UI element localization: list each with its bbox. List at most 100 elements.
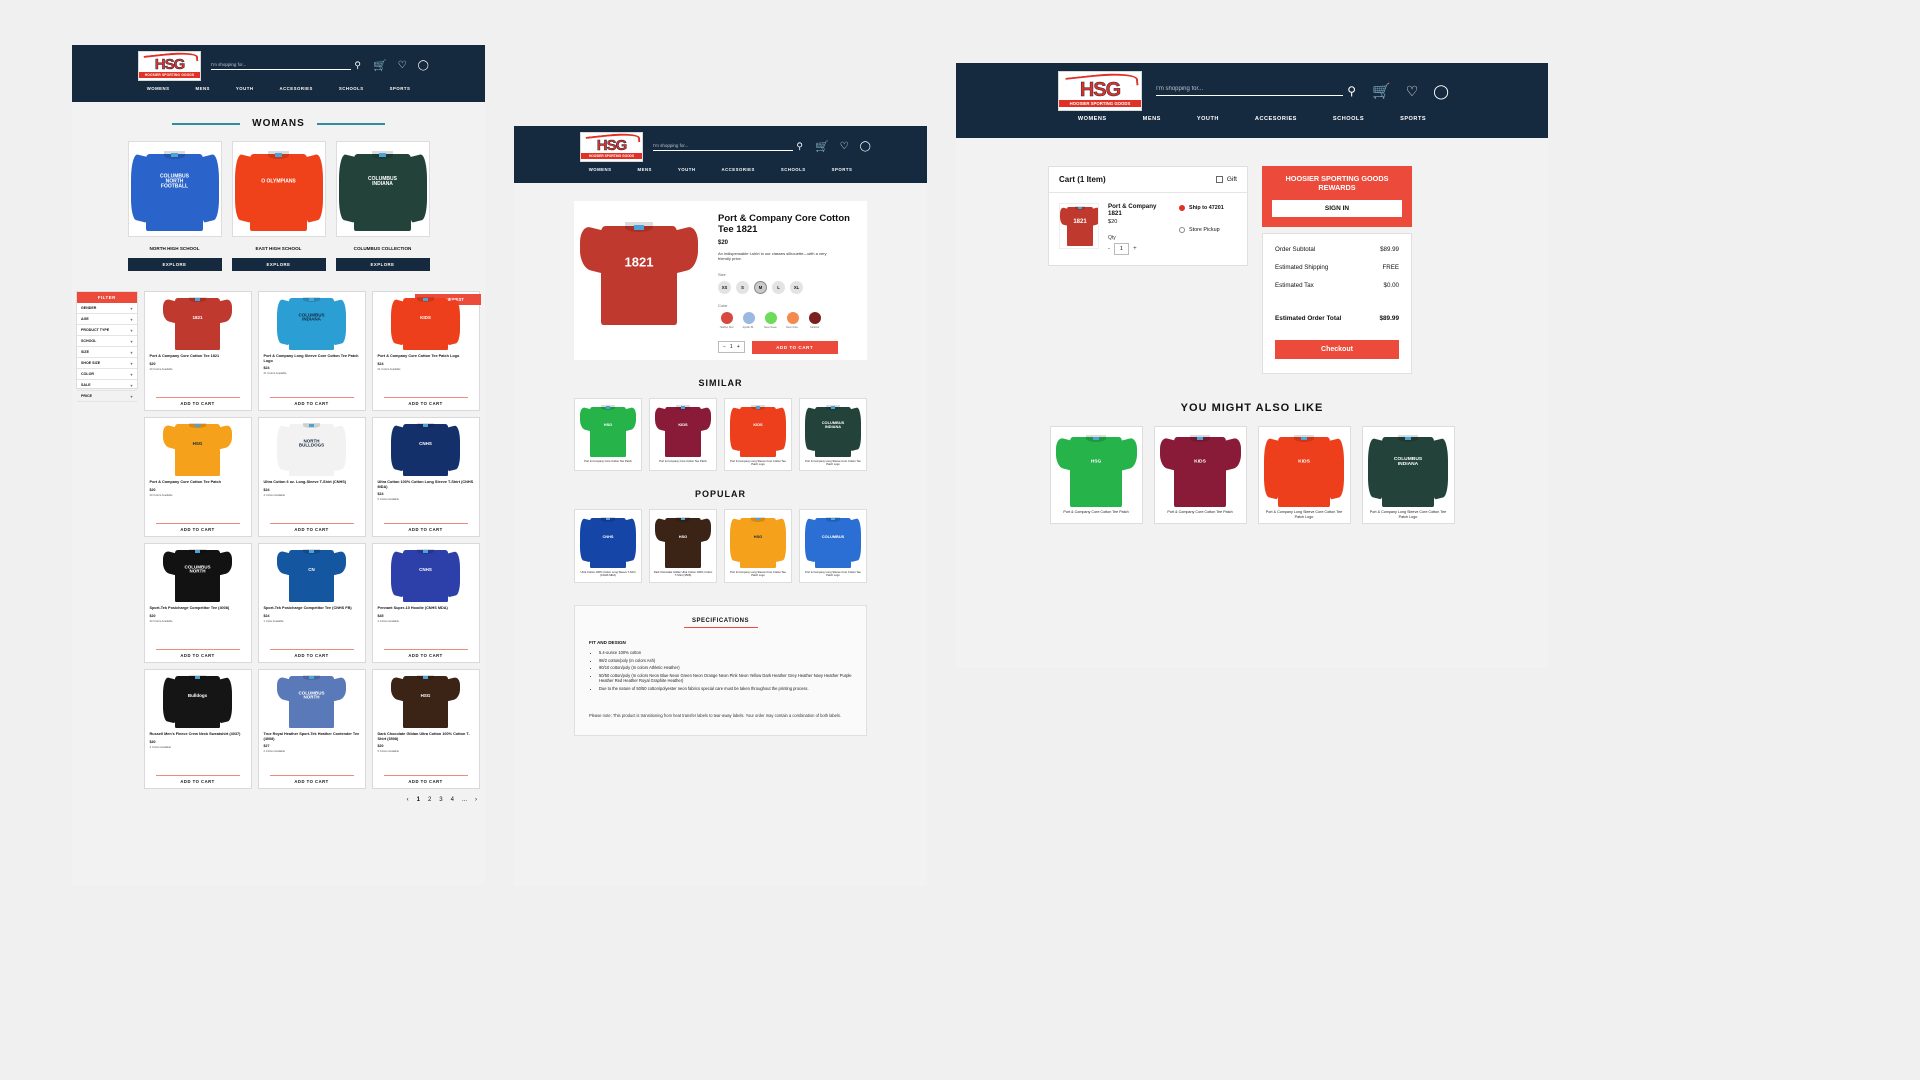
cart-nav-link-mens[interactable]: MENS: [1143, 116, 1161, 122]
pdp-nav-link-youth[interactable]: YOUTH: [678, 167, 696, 172]
pdp-add-to-cart-button[interactable]: ADD TO CART: [751, 340, 838, 354]
hero-image[interactable]: COLUMBUS NORTH FOOTBALL: [127, 141, 222, 237]
cart-qty-value[interactable]: 1: [1114, 243, 1130, 255]
filter-row-sale[interactable]: SALE ▾: [77, 380, 137, 391]
color-option[interactable]: Neon Green: [762, 311, 779, 329]
mini-product-image[interactable]: HSG: [650, 510, 716, 569]
product-add-to-cart-button[interactable]: ADD TO CART: [264, 779, 360, 784]
product-card[interactable]: CNHS Pennant Super-10 Hoodie (CNHS MDA) $4…: [371, 543, 480, 663]
nav-link-sports[interactable]: SPORTS: [390, 86, 411, 91]
mini-product-card[interactable]: COLUMBUS INDIANA Port & Company Long Slee…: [1361, 426, 1455, 525]
product-card[interactable]: HSG Port & Company Core Cotton Tee Patch $…: [143, 417, 252, 537]
mini-product-card[interactable]: CNHS Ultra Cotton 100% Cotton Long Sleeve…: [574, 509, 642, 583]
size-chip-m[interactable]: M: [754, 280, 767, 294]
search-input[interactable]: [211, 61, 352, 70]
store-pickup-option[interactable]: Store Pickup: [1179, 227, 1237, 233]
mini-product-card[interactable]: COLUMBUS Port & Company Long Sleeve Core …: [799, 509, 867, 583]
color-option[interactable]: Heather Red: [718, 311, 735, 329]
size-chip-xs[interactable]: XS: [718, 280, 731, 294]
pagination-page-1[interactable]: 1: [417, 797, 420, 803]
cart-item-thumbnail[interactable]: 1821: [1059, 203, 1099, 249]
pagination-ellipsis[interactable]: ...: [462, 797, 467, 803]
pdp-cart-icon[interactable]: 🛒: [815, 140, 829, 153]
product-image[interactable]: CNHS: [372, 544, 479, 602]
cart-nav-link-schools[interactable]: SCHOOLS: [1333, 116, 1364, 122]
color-option[interactable]: Neon Oran..: [784, 311, 801, 329]
product-image[interactable]: Bulldogs: [144, 670, 251, 728]
explore-button[interactable]: EXPLORE: [127, 258, 222, 271]
color-option[interactable]: Cardinal: [806, 311, 823, 329]
product-image[interactable]: COLUMBUS NORTH: [258, 670, 365, 728]
mini-product-card[interactable]: KIDS Port & Company Core Cotton Tee Patch: [1153, 426, 1247, 525]
filter-row-size[interactable]: SIZE ▾: [77, 347, 137, 358]
mini-product-card[interactable]: KIDS Port & Company Core Cotton Tee Patch: [649, 397, 717, 472]
product-card[interactable]: CNHS Ultra Cotton 100% Cotton Long Sleeve…: [371, 417, 480, 537]
search-icon[interactable]: ⚲: [354, 60, 361, 71]
pdp-account-icon[interactable]: ◯: [860, 141, 871, 152]
nav-link-mens[interactable]: MENS: [196, 86, 210, 91]
pagination-page-3[interactable]: 3: [439, 797, 442, 803]
mini-product-image[interactable]: KIDS: [1258, 427, 1350, 508]
mini-product-card[interactable]: HSG Port & Company Core Cotton Tee Patch: [574, 397, 642, 472]
product-image[interactable]: COLUMBUS NORTH: [144, 544, 251, 602]
product-card[interactable]: NORTH BULLDOGS Ultra Cotton 6 oz. Long-Sl…: [257, 417, 366, 537]
product-add-to-cart-button[interactable]: ADD TO CART: [378, 401, 474, 406]
product-image[interactable]: 1821: [144, 292, 251, 350]
gift-option[interactable]: Gift: [1215, 176, 1237, 183]
pdp-nav-link-sports[interactable]: SPORTS: [832, 167, 853, 172]
product-image[interactable]: HSG: [372, 670, 479, 728]
product-card[interactable]: COLUMBUS NORTH True Royal Heather Sport-T…: [257, 669, 366, 789]
filter-row-price[interactable]: PRICE ▾: [77, 391, 137, 402]
pdp-search-icon[interactable]: ⚲: [796, 141, 803, 152]
filter-row-product-type[interactable]: PRODUCT TYPE ▾: [77, 325, 137, 336]
pagination-next[interactable]: ›: [475, 797, 477, 803]
size-selector[interactable]: XS S M L XL: [718, 280, 861, 294]
mini-product-image[interactable]: HSG: [1050, 427, 1142, 508]
gift-checkbox[interactable]: [1215, 176, 1223, 183]
mini-product-card[interactable]: KIDS Port & Company Long Sleeve Core Cott…: [1257, 426, 1351, 525]
sign-in-button[interactable]: SIGN IN: [1272, 200, 1402, 218]
color-swatch[interactable]: [764, 311, 777, 324]
product-add-to-cart-button[interactable]: ADD TO CART: [378, 527, 474, 532]
pdp-nav-link-womens[interactable]: WOMENS: [589, 167, 612, 172]
nav-link-youth[interactable]: YOUTH: [236, 86, 254, 91]
pickup-radio[interactable]: [1179, 227, 1185, 233]
pdp-heart-icon[interactable]: ♡: [840, 141, 849, 152]
product-add-to-cart-button[interactable]: ADD TO CART: [378, 779, 474, 784]
pagination-prev[interactable]: ‹: [407, 797, 409, 803]
filter-row-shoe-size[interactable]: SHOE SIZE ▾: [77, 358, 137, 369]
cart-nav-link-youth[interactable]: YOUTH: [1197, 116, 1219, 122]
color-swatch[interactable]: [720, 311, 733, 324]
hero-image[interactable]: O OLYMPIANS: [231, 141, 326, 237]
product-add-to-cart-button[interactable]: ADD TO CART: [264, 527, 360, 532]
cart-cart-icon[interactable]: 🛒: [1372, 82, 1391, 100]
pagination-page-2[interactable]: 2: [428, 797, 431, 803]
cart-account-icon[interactable]: ◯: [1433, 83, 1449, 100]
hero-card[interactable]: COLUMBUS NORTH FOOTBALL NORTH HIGH SCHOOL…: [127, 141, 222, 271]
pdp-qty-plus[interactable]: +: [737, 344, 740, 350]
color-selector[interactable]: Heather Red Apostic Bl.. Neon Green Neon Or…: [718, 311, 861, 329]
nav-link-schools[interactable]: SCHOOLS: [339, 86, 364, 91]
cart-search-icon[interactable]: ⚲: [1347, 84, 1356, 98]
cart-qty-plus[interactable]: +: [1133, 246, 1137, 252]
cart-nav-link-womens[interactable]: WOMENS: [1078, 116, 1107, 122]
product-card[interactable]: COLUMBUS NORTH Sport-Tek Posicharge Compe…: [143, 543, 252, 663]
filter-row-school[interactable]: SCHOOL ▾: [77, 336, 137, 347]
checkout-button[interactable]: Checkout: [1275, 340, 1399, 360]
pdp-image[interactable]: 1821: [574, 201, 704, 341]
cart-heart-icon[interactable]: ♡: [1406, 83, 1419, 100]
product-card[interactable]: COLUMBUS INDIANA Port & Company Long Slee…: [257, 291, 366, 411]
product-add-to-cart-button[interactable]: ADD TO CART: [150, 527, 246, 532]
ship-to-option[interactable]: Ship to 47201: [1179, 205, 1237, 211]
mini-product-image[interactable]: KIDS: [650, 398, 716, 457]
color-option[interactable]: Apostic Bl..: [740, 311, 757, 329]
site-logo[interactable]: HSG HOOSIER SPORTING GOODS: [138, 50, 201, 81]
product-card[interactable]: 1821 Port & Company Core Cotton Tee 1821 $…: [143, 291, 252, 411]
mini-product-card[interactable]: HSG Port & Company Long Sleeve Core Cotto…: [724, 509, 792, 583]
pdp-site-logo[interactable]: HSG HOOSIER SPORTING GOODS: [580, 131, 643, 162]
mini-product-card[interactable]: HSG Port & Company Core Cotton Tee Patch: [1049, 426, 1143, 525]
mini-product-image[interactable]: CNHS: [575, 510, 641, 569]
cart-search-input[interactable]: [1156, 86, 1344, 96]
product-image[interactable]: HSG: [144, 418, 251, 476]
cart-icon[interactable]: 🛒: [373, 59, 387, 72]
